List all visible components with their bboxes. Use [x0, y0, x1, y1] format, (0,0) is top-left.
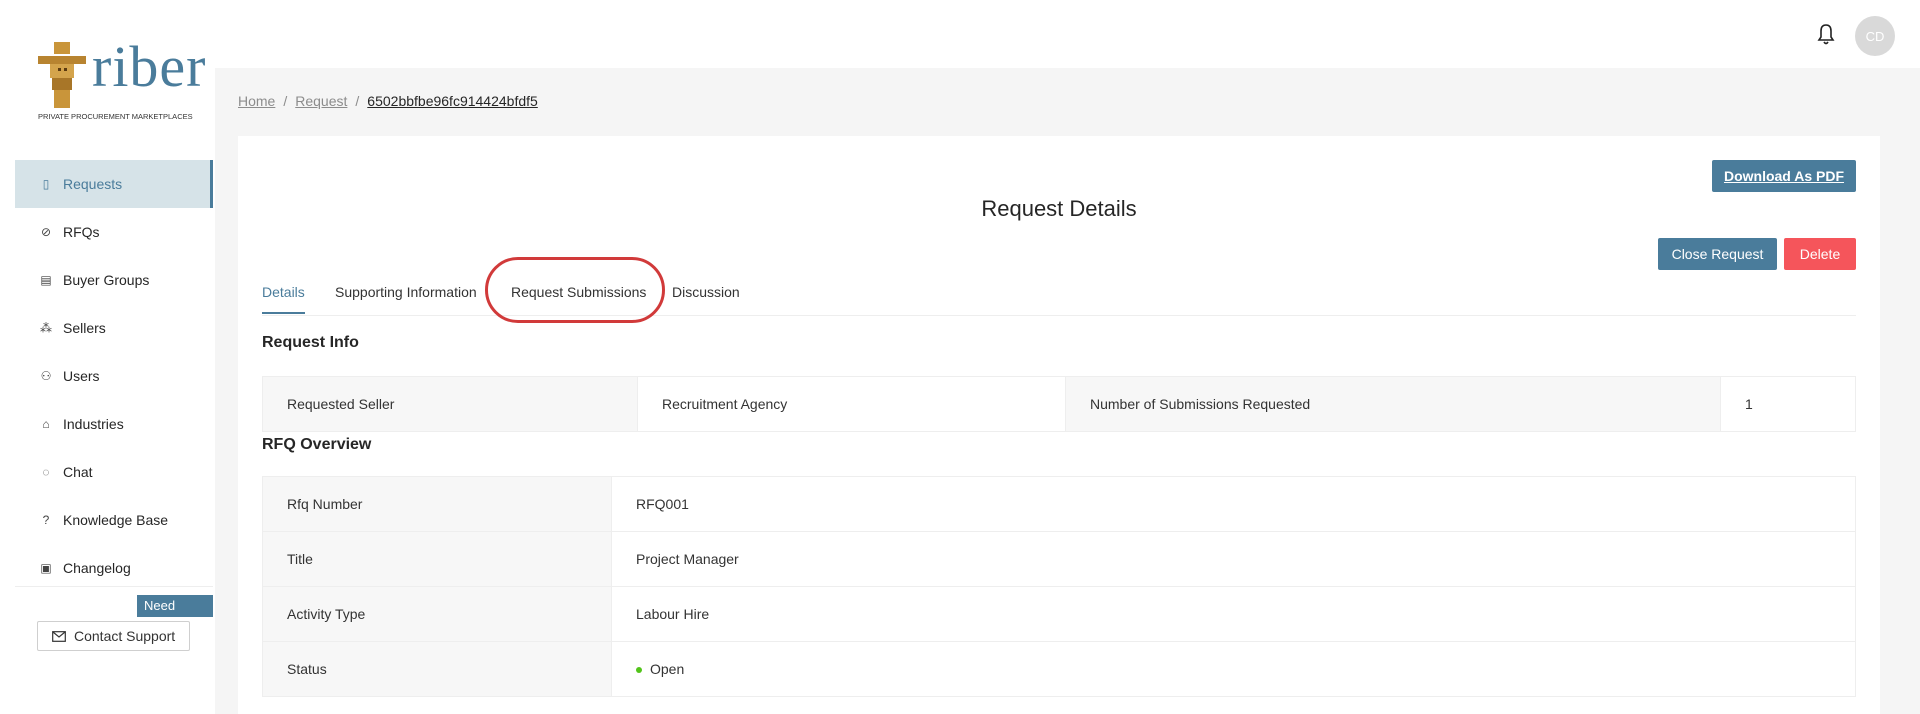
sidebar-item-label: Sellers: [63, 320, 106, 336]
sidebar-item-label: Industries: [63, 416, 124, 432]
document-icon: ▯: [42, 177, 50, 191]
sidebar-item-label: Users: [63, 368, 100, 384]
request-info-table: Requested Seller Recruitment Agency Numb…: [262, 376, 1856, 432]
title-value: Project Manager: [611, 531, 1856, 587]
tab-supporting-information[interactable]: Supporting Information: [335, 284, 477, 312]
highlight-annotation: [485, 257, 665, 323]
need-help-tag[interactable]: Need help?: [137, 595, 213, 631]
rfq-overview-table: Rfq Number RFQ001 Title Project Manager …: [262, 476, 1856, 697]
tab-details[interactable]: Details: [262, 284, 305, 314]
breadcrumb-current[interactable]: 6502bbfbe96fc914424bfdf5: [367, 93, 538, 109]
rfq-overview-heading: RFQ Overview: [262, 436, 372, 453]
chat-icon: ◌: [42, 465, 50, 479]
num-submissions-label: Number of Submissions Requested: [1065, 376, 1721, 432]
sidebar-item-label: Knowledge Base: [63, 512, 169, 528]
totem-logo-icon: [38, 42, 86, 108]
sidebar-item-sellers[interactable]: ⁂ Sellers: [15, 304, 213, 352]
breadcrumb-request[interactable]: Request: [295, 93, 347, 109]
question-icon: ?: [42, 513, 50, 527]
sidebar-item-requests[interactable]: ▯ Requests: [15, 160, 213, 208]
requested-seller-value: Recruitment Agency: [637, 376, 1066, 432]
table-row: Status Open: [262, 641, 1856, 697]
sidebar-item-users[interactable]: ⚇ Users: [15, 352, 213, 400]
clipboard-icon: ▣: [40, 561, 52, 575]
users-icon: ⚇: [40, 369, 52, 383]
page-title: Request Details: [981, 196, 1137, 221]
status-value-cell: Open: [611, 641, 1856, 697]
activity-type-value: Labour Hire: [611, 586, 1856, 642]
tab-discussion[interactable]: Discussion: [672, 284, 740, 312]
request-info-heading: Request Info: [262, 334, 359, 351]
top-header: CD: [0, 0, 1920, 68]
bell-icon[interactable]: [1816, 22, 1836, 46]
status-dot-icon: [636, 667, 642, 674]
activity-type-label: Activity Type: [262, 586, 612, 642]
breadcrumb-separator: /: [283, 93, 288, 109]
status-label: Status: [262, 641, 612, 697]
rfq-number-value: RFQ001: [611, 476, 1856, 532]
sidebar-item-industries[interactable]: ⌂ Industries: [15, 400, 213, 448]
cluster-icon: ⁂: [40, 321, 52, 335]
breadcrumb-home[interactable]: Home: [238, 93, 275, 109]
table-row: Requested Seller Recruitment Agency Numb…: [262, 376, 1856, 432]
close-request-button[interactable]: Close Request: [1658, 238, 1777, 270]
status-value: Open: [650, 661, 685, 677]
sidebar-item-changelog[interactable]: ▣ Changelog: [15, 544, 213, 592]
sidebar-item-buyer-groups[interactable]: ▤ Buyer Groups: [15, 256, 213, 304]
building-icon: ▤: [40, 273, 52, 287]
sidebar-item-label: RFQs: [63, 224, 100, 240]
bank-icon: ⌂: [42, 417, 50, 431]
download-pdf-button[interactable]: Download As PDF: [1712, 160, 1856, 192]
logo-tagline: PRIVATE PROCUREMENT MARKETPLACES: [38, 112, 193, 121]
request-details-card: Download As PDF Request Details Close Re…: [238, 136, 1880, 714]
num-submissions-value: 1: [1720, 376, 1856, 432]
delete-button[interactable]: Delete: [1784, 238, 1856, 270]
contact-support-button[interactable]: Contact Support: [37, 621, 191, 651]
sidebar-item-label: Chat: [63, 464, 93, 480]
table-row: Rfq Number RFQ001: [262, 476, 1856, 532]
avatar[interactable]: CD: [1855, 16, 1895, 56]
logo-wordmark: riber: [92, 34, 207, 99]
table-row: Title Project Manager: [262, 531, 1856, 587]
title-label: Title: [262, 531, 612, 587]
requested-seller-label: Requested Seller: [262, 376, 638, 432]
breadcrumb-separator: /: [355, 93, 360, 109]
breadcrumb: Home / Request / 6502bbfbe96fc914424bfdf…: [238, 93, 538, 109]
sidebar-item-label: Changelog: [63, 560, 131, 576]
paperclip-icon: ⊘: [40, 225, 52, 239]
table-row: Activity Type Labour Hire: [262, 586, 1856, 642]
sidebar-item-rfqs[interactable]: ⊘ RFQs: [15, 208, 213, 256]
logo[interactable]: riber PRIVATE PROCUREMENT MARKETPLACES: [30, 38, 206, 124]
contact-support-label: Contact Support: [74, 628, 176, 644]
sidebar-item-chat[interactable]: ◌ Chat: [15, 448, 213, 496]
sidebar-item-knowledge-base[interactable]: ? Knowledge Base: [15, 496, 213, 544]
sidebar-item-label: Requests: [63, 176, 123, 192]
rfq-number-label: Rfq Number: [262, 476, 612, 532]
sidebar-menu: ▯ Requests ⊘ RFQs ▤ Buyer Groups ⁂ Selle…: [15, 160, 213, 592]
help-box: Need help? Contact Support: [15, 586, 213, 660]
sidebar-item-label: Buyer Groups: [63, 272, 150, 288]
sidebar: riber PRIVATE PROCUREMENT MARKETPLACES ▯…: [0, 0, 215, 714]
mail-icon: [52, 630, 66, 642]
